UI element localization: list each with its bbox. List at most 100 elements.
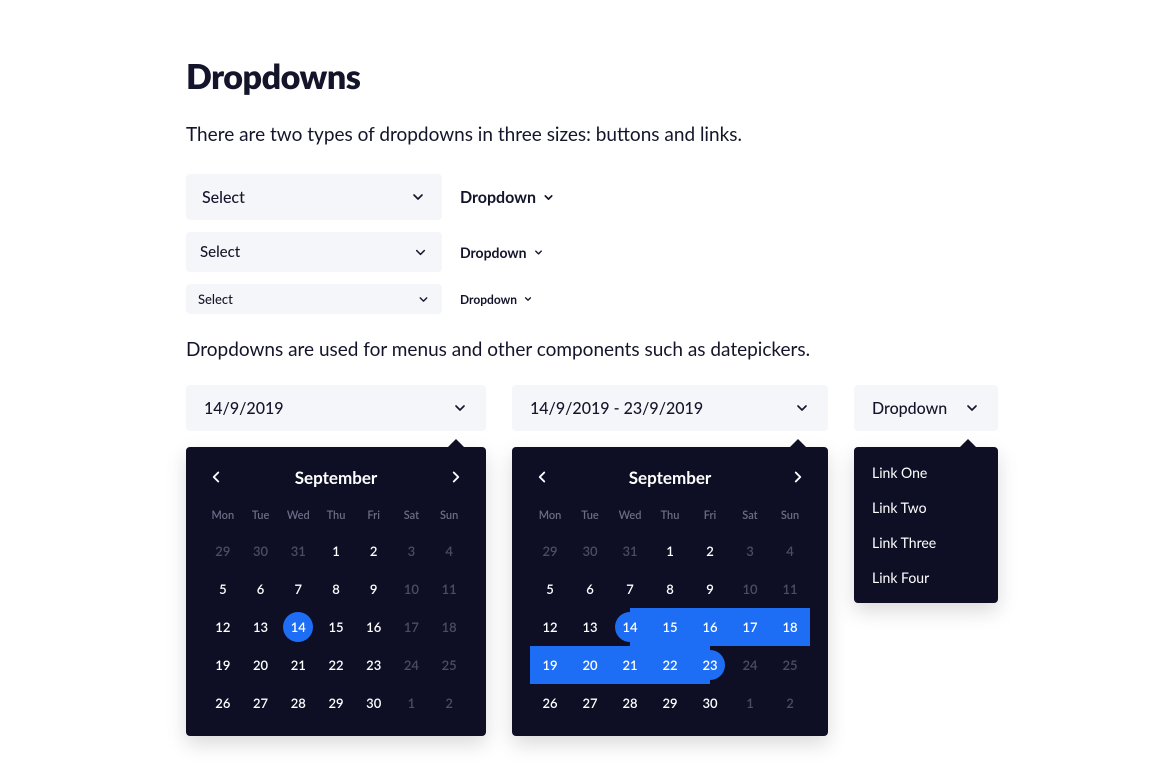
- calendar-day[interactable]: 4: [770, 532, 810, 570]
- calendar-day[interactable]: 17: [730, 608, 770, 646]
- calendar-day[interactable]: 10: [393, 570, 431, 608]
- calendar-day[interactable]: 30: [690, 684, 730, 722]
- day-of-week: Fri: [690, 503, 730, 532]
- calendar-day[interactable]: 14: [279, 608, 317, 646]
- calendar-day[interactable]: 8: [317, 570, 355, 608]
- calendar-day[interactable]: 30: [355, 684, 393, 722]
- calendar-day[interactable]: 29: [650, 684, 690, 722]
- calendar-day[interactable]: 29: [530, 532, 570, 570]
- calendar-day[interactable]: 11: [770, 570, 810, 608]
- menu-item[interactable]: Link Three: [854, 525, 998, 560]
- calendar-day[interactable]: 1: [650, 532, 690, 570]
- calendar-day[interactable]: 20: [570, 646, 610, 684]
- calendar-day[interactable]: 7: [279, 570, 317, 608]
- calendar-day[interactable]: 18: [430, 608, 468, 646]
- calendar-day[interactable]: 15: [317, 608, 355, 646]
- calendar-day[interactable]: 23: [690, 646, 730, 684]
- calendar-day[interactable]: 1: [730, 684, 770, 722]
- menu-item[interactable]: Link One: [854, 455, 998, 490]
- calendar-day[interactable]: 30: [570, 532, 610, 570]
- link-dropdown-medium[interactable]: Dropdown: [460, 244, 544, 261]
- dropdown-label: Dropdown: [872, 399, 947, 418]
- calendar-day[interactable]: 30: [242, 532, 280, 570]
- chevron-down-icon: [413, 245, 428, 260]
- calendar-day[interactable]: 1: [317, 532, 355, 570]
- calendar-day[interactable]: 26: [204, 684, 242, 722]
- calendar-day[interactable]: 21: [279, 646, 317, 684]
- calendar-day[interactable]: 24: [730, 646, 770, 684]
- calendar-day[interactable]: 25: [430, 646, 468, 684]
- calendar-day[interactable]: 19: [204, 646, 242, 684]
- calendar-day[interactable]: 21: [610, 646, 650, 684]
- calendar-day[interactable]: 12: [204, 608, 242, 646]
- date-input-range[interactable]: 14/9/2019 - 23/9/2019: [512, 385, 828, 431]
- calendar-day[interactable]: 3: [393, 532, 431, 570]
- calendar-day[interactable]: 24: [393, 646, 431, 684]
- calendar-day[interactable]: 18: [770, 608, 810, 646]
- calendar-day[interactable]: 14: [610, 608, 650, 646]
- calendar-day[interactable]: 2: [690, 532, 730, 570]
- calendar-day[interactable]: 13: [242, 608, 280, 646]
- calendar-day[interactable]: 9: [355, 570, 393, 608]
- calendar-day[interactable]: 2: [355, 532, 393, 570]
- next-month-button[interactable]: [786, 465, 810, 489]
- link-label: Dropdown: [460, 188, 536, 207]
- calendar-day[interactable]: 11: [430, 570, 468, 608]
- select-dropdown-large[interactable]: Select: [186, 174, 442, 220]
- menu-item[interactable]: Link Two: [854, 490, 998, 525]
- calendar-day[interactable]: 31: [610, 532, 650, 570]
- day-of-week: Fri: [355, 503, 393, 532]
- calendar-day[interactable]: 25: [770, 646, 810, 684]
- link-dropdown-small[interactable]: Dropdown: [460, 292, 533, 307]
- date-value: 14/9/2019: [204, 399, 284, 418]
- day-of-week: Sun: [770, 503, 810, 532]
- calendar-day[interactable]: 27: [242, 684, 280, 722]
- calendar-day[interactable]: 16: [690, 608, 730, 646]
- calendar-day[interactable]: 31: [279, 532, 317, 570]
- select-dropdown-medium[interactable]: Select: [186, 232, 442, 272]
- select-label: Select: [198, 291, 233, 307]
- day-of-week: Thu: [650, 503, 690, 532]
- chevron-down-icon: [452, 400, 468, 416]
- calendar-day[interactable]: 7: [610, 570, 650, 608]
- next-month-button[interactable]: [444, 465, 468, 489]
- calendar-day[interactable]: 15: [650, 608, 690, 646]
- calendar-day[interactable]: 3: [730, 532, 770, 570]
- calendar-day[interactable]: 1: [393, 684, 431, 722]
- calendar-day[interactable]: 10: [730, 570, 770, 608]
- calendar-day[interactable]: 29: [204, 532, 242, 570]
- prev-month-button[interactable]: [204, 465, 228, 489]
- calendar-day[interactable]: 6: [242, 570, 280, 608]
- calendar-day[interactable]: 19: [530, 646, 570, 684]
- link-dropdown-large[interactable]: Dropdown: [460, 188, 555, 207]
- calendar-day[interactable]: 13: [570, 608, 610, 646]
- calendar-day[interactable]: 4: [430, 532, 468, 570]
- calendar-day[interactable]: 17: [393, 608, 431, 646]
- select-dropdown-small[interactable]: Select: [186, 284, 442, 314]
- calendar-day[interactable]: 6: [570, 570, 610, 608]
- date-input-single[interactable]: 14/9/2019: [186, 385, 486, 431]
- calendar-month: September: [629, 467, 712, 488]
- calendar-day[interactable]: 5: [530, 570, 570, 608]
- calendar-day[interactable]: 28: [279, 684, 317, 722]
- calendar-range: September MonTueWedThuFriSatSun 29303112…: [512, 447, 828, 736]
- calendar-day[interactable]: 22: [317, 646, 355, 684]
- calendar-day[interactable]: 20: [242, 646, 280, 684]
- calendar-day[interactable]: 22: [650, 646, 690, 684]
- calendar-day[interactable]: 16: [355, 608, 393, 646]
- calendar-day[interactable]: 23: [355, 646, 393, 684]
- calendar-day[interactable]: 27: [570, 684, 610, 722]
- chevron-down-icon: [410, 189, 426, 205]
- prev-month-button[interactable]: [530, 465, 554, 489]
- calendar-day[interactable]: 12: [530, 608, 570, 646]
- calendar-day[interactable]: 9: [690, 570, 730, 608]
- dropdown-button[interactable]: Dropdown: [854, 385, 998, 431]
- calendar-day[interactable]: 26: [530, 684, 570, 722]
- menu-item[interactable]: Link Four: [854, 560, 998, 595]
- calendar-day[interactable]: 29: [317, 684, 355, 722]
- calendar-day[interactable]: 8: [650, 570, 690, 608]
- calendar-day[interactable]: 2: [430, 684, 468, 722]
- calendar-day[interactable]: 28: [610, 684, 650, 722]
- calendar-day[interactable]: 2: [770, 684, 810, 722]
- calendar-day[interactable]: 5: [204, 570, 242, 608]
